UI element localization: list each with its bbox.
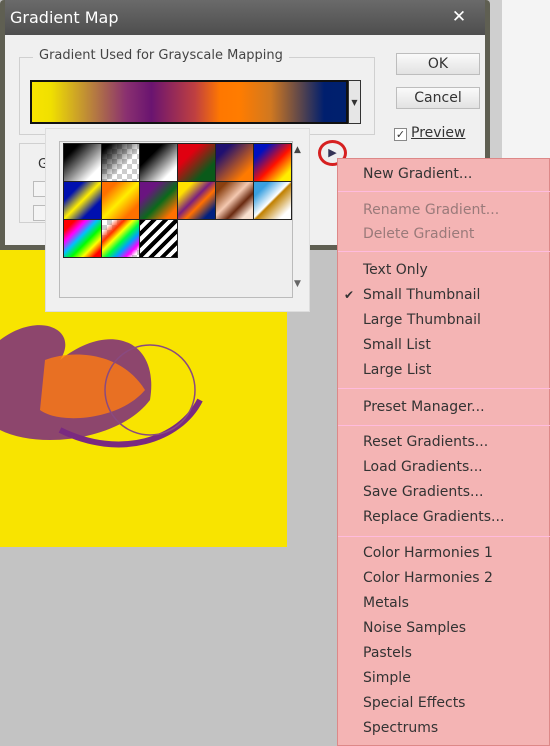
menu-item[interactable]: Rename Gradient... bbox=[363, 202, 499, 218]
scroll-up-arrow-icon[interactable]: ▲ bbox=[294, 145, 301, 155]
menu-item[interactable]: New Gradient... bbox=[363, 166, 472, 182]
menu-item[interactable]: Preset Manager... bbox=[363, 399, 485, 415]
gradient-swatch[interactable] bbox=[63, 219, 102, 258]
checkbox-check-icon: ✓ bbox=[394, 128, 407, 141]
background-panel bbox=[490, 0, 550, 160]
gradient-options-menu: New Gradient... Rename Gradient... Delete … bbox=[337, 158, 550, 746]
menu-divider bbox=[338, 425, 550, 426]
cancel-button[interactable]: Cancel bbox=[396, 87, 480, 109]
menu-divider bbox=[338, 191, 550, 192]
gradient-swatch[interactable] bbox=[63, 181, 102, 220]
menu-divider bbox=[338, 388, 550, 389]
menu-item[interactable]: Pastels bbox=[363, 645, 412, 661]
close-button[interactable]: ✕ bbox=[446, 6, 472, 28]
play-arrow-icon: ▶ bbox=[328, 146, 337, 159]
menu-item[interactable]: Spectrums bbox=[363, 720, 438, 736]
preview-label: Preview bbox=[411, 125, 466, 141]
gradient-swatch[interactable] bbox=[215, 181, 254, 220]
gradient-swatch[interactable] bbox=[101, 219, 140, 258]
gradient-swatch[interactable] bbox=[101, 143, 140, 182]
menu-item[interactable]: Color Harmonies 2 bbox=[363, 570, 493, 586]
menu-item[interactable]: Metals bbox=[363, 595, 409, 611]
menu-item[interactable]: Large Thumbnail bbox=[363, 312, 481, 328]
gradient-swatch[interactable] bbox=[101, 181, 140, 220]
menu-item[interactable]: Replace Gradients... bbox=[363, 509, 504, 525]
gradient-swatch[interactable] bbox=[139, 181, 178, 220]
menu-item[interactable]: Simple bbox=[363, 670, 411, 686]
menu-item[interactable]: Text Only bbox=[363, 262, 428, 278]
menu-item[interactable]: Small Thumbnail bbox=[363, 287, 480, 303]
menu-item[interactable]: Large List bbox=[363, 362, 431, 378]
gradient-swatch[interactable] bbox=[253, 181, 292, 220]
gradient-swatch-grid bbox=[59, 141, 293, 298]
gradient-swatch[interactable] bbox=[139, 143, 178, 182]
gradient-swatch[interactable] bbox=[63, 143, 102, 182]
dialog-title: Gradient Map bbox=[5, 0, 485, 35]
menu-item[interactable]: Save Gradients... bbox=[363, 484, 483, 500]
check-mark-icon: ✔ bbox=[344, 288, 355, 302]
menu-item[interactable]: Reset Gradients... bbox=[363, 434, 488, 450]
preview-checkbox[interactable]: ✓ Preview bbox=[394, 125, 466, 141]
gradient-swatch[interactable] bbox=[177, 181, 216, 220]
gradient-preview-bar[interactable] bbox=[30, 80, 348, 124]
gradient-dropdown-button[interactable]: ▼ bbox=[348, 80, 361, 124]
gradient-picker-popup: ▲ ▼ bbox=[45, 128, 310, 312]
scroll-down-arrow-icon[interactable]: ▼ bbox=[294, 279, 301, 289]
menu-item[interactable]: Special Effects bbox=[363, 695, 465, 711]
menu-item[interactable]: Delete Gradient bbox=[363, 226, 474, 242]
menu-item[interactable]: Noise Samples bbox=[363, 620, 466, 636]
gradient-swatch[interactable] bbox=[139, 219, 178, 258]
gradient-swatch[interactable] bbox=[253, 143, 292, 182]
gradient-swatch[interactable] bbox=[177, 143, 216, 182]
gradient-swatch[interactable] bbox=[215, 143, 254, 182]
ok-button[interactable]: OK bbox=[396, 53, 480, 75]
menu-item[interactable]: Load Gradients... bbox=[363, 459, 483, 475]
group-label: Gradient Used for Grayscale Mapping bbox=[33, 48, 289, 63]
menu-item[interactable]: Color Harmonies 1 bbox=[363, 545, 493, 561]
menu-item[interactable]: Small List bbox=[363, 337, 431, 353]
menu-divider bbox=[338, 251, 550, 252]
menu-divider bbox=[338, 536, 550, 537]
